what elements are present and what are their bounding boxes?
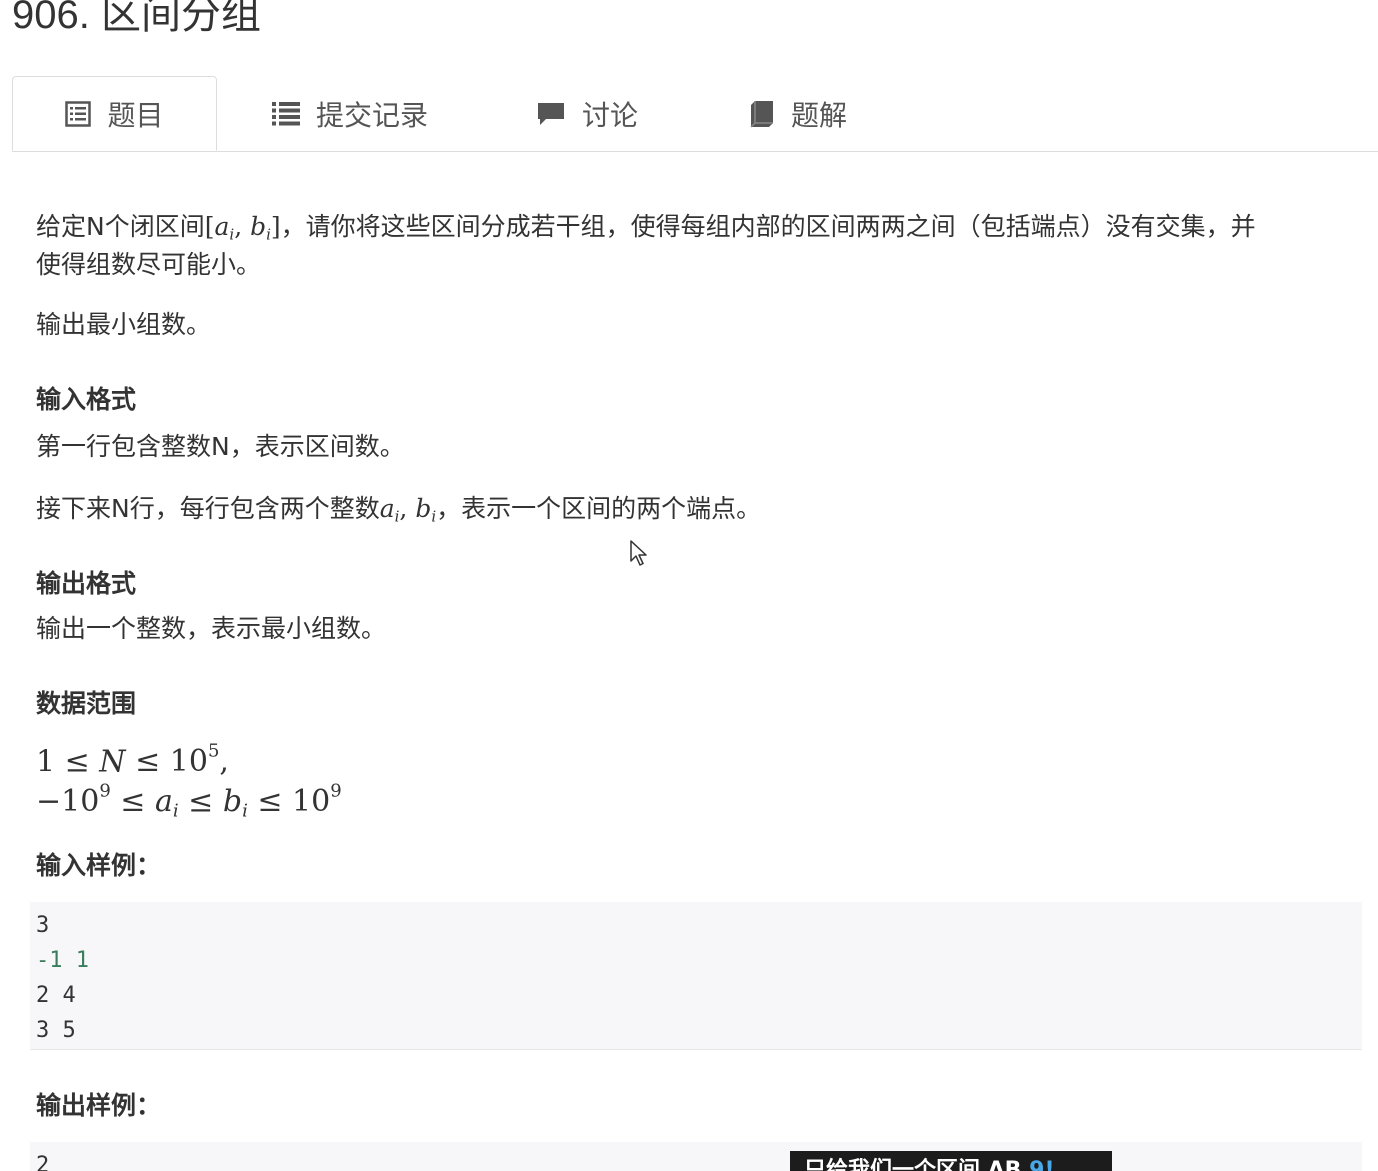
book-icon (747, 100, 775, 128)
description-output: 输出最小组数。 (36, 310, 212, 339)
list-icon (272, 102, 300, 126)
code-line: 2 4 (36, 983, 76, 1008)
tab-label: 讨论 (582, 99, 639, 132)
endpoint-notation: ai, bi (379, 494, 437, 526)
data-range-formula-2: −109 ≤ ai ≤ bi ≤ 109 (36, 781, 342, 822)
sample-output-heading: 输出样例： (36, 1091, 162, 1120)
tab-label: 提交记录 (316, 99, 429, 132)
tab-label: 题解 (791, 99, 848, 132)
code-line: 3 (36, 913, 50, 938)
tab-divider (12, 151, 1378, 152)
code-line: -1 1 (36, 948, 89, 973)
tab-label: 题目 (107, 98, 164, 132)
tab-submissions[interactable]: 提交记录 (272, 76, 428, 152)
output-format-heading: 输出格式 (36, 569, 137, 598)
tab-discussion[interactable]: 讨论 (536, 76, 638, 152)
list-alt-icon (65, 100, 92, 127)
mouse-cursor-icon (630, 540, 650, 572)
tab-bar: 题目 提交记录 讨论 题解 (12, 76, 1378, 152)
problem-page: 906. 区间分组 题目 提交记录 讨论 题解 给定N个闭区间[ai, bi]，… (0, 0, 1378, 1171)
output-format-line-1: 输出一个整数，表示最小组数。 (36, 614, 387, 643)
comment-icon (536, 101, 566, 127)
input-format-heading: 输入格式 (36, 385, 137, 414)
subtitle-overlay: 只给我们一个区间 AB 9! (790, 1151, 1112, 1171)
description-line-2: 使得组数尽可能小。 (36, 250, 262, 279)
sample-input-heading: 输入样例： (36, 851, 162, 880)
page-title: 906. 区间分组 (12, 0, 261, 37)
interval-notation: [ai, bi] (204, 212, 281, 244)
sample-input-code: 3 -1 1 2 4 3 5 (30, 902, 1362, 1050)
input-format-line-1: 第一行包含整数N，表示区间数。 (36, 432, 405, 461)
tab-problem[interactable]: 题目 (12, 76, 217, 151)
data-range-heading: 数据范围 (36, 689, 137, 718)
tab-solutions[interactable]: 题解 (747, 76, 847, 152)
input-format-line-2: 接下来N行，每行包含两个整数ai, bi，表示一个区间的两个端点。 (36, 494, 762, 526)
code-line: 2 (36, 1153, 50, 1171)
sample-output-code: 2 (30, 1142, 1362, 1171)
code-line: 3 5 (36, 1018, 76, 1043)
